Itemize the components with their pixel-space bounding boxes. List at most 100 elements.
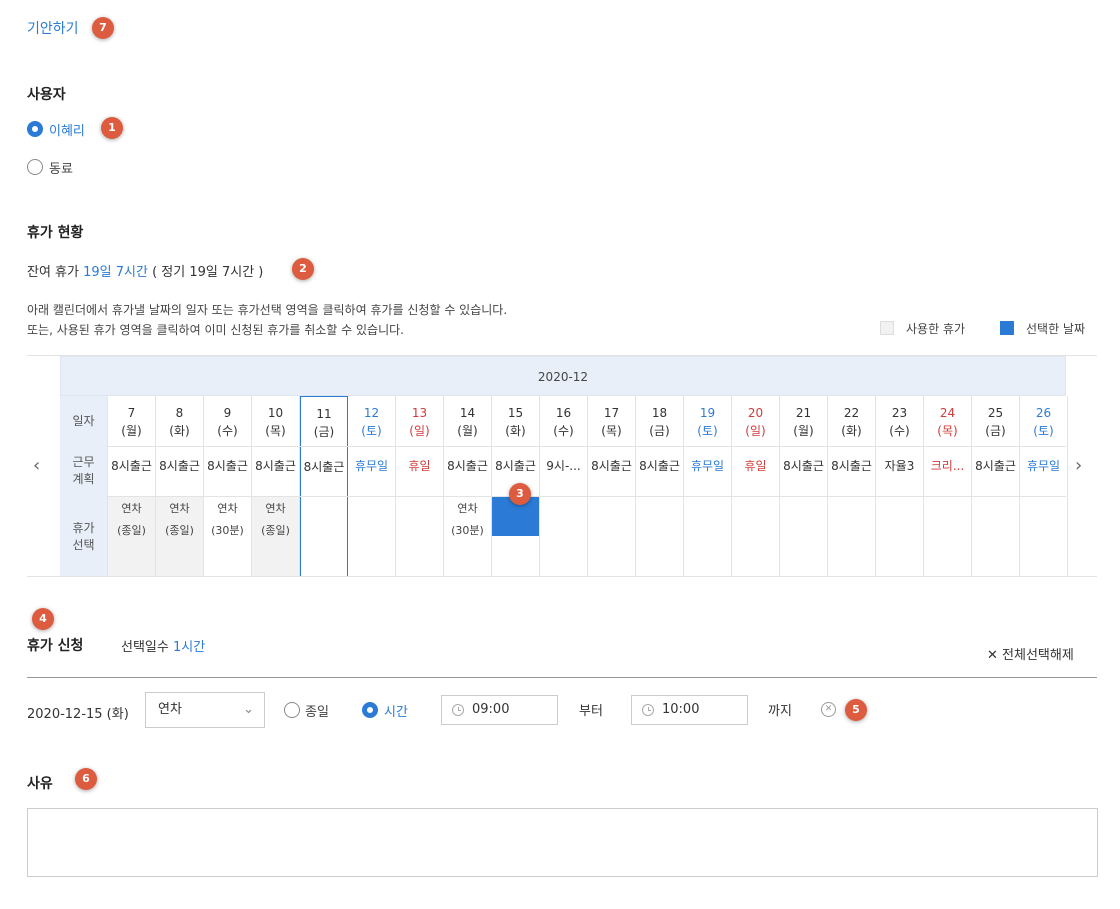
- calendar-day-number: 16: [555, 406, 572, 420]
- calendar-day-leave-cell[interactable]: 연차 (종일): [156, 496, 203, 577]
- calendar-day-date[interactable]: 9 (수): [204, 404, 251, 440]
- legend-used-swatch: [880, 321, 894, 335]
- row-label-work-line2: 계획: [72, 472, 95, 486]
- reason-textarea[interactable]: [27, 808, 1098, 877]
- calendar-day-work-plan: 9시-...: [546, 459, 581, 473]
- calendar-day-column[interactable]: 17 (목) 8시출근: [588, 396, 636, 577]
- user-radio-self[interactable]: [27, 121, 43, 137]
- start-time-input[interactable]: 09:00: [441, 695, 558, 725]
- calendar-day-date[interactable]: 18 (금): [636, 404, 683, 440]
- calendar-month: 2020-12: [60, 356, 1066, 396]
- reason-section-title: 사유: [27, 776, 53, 792]
- calendar-day-leave-cell[interactable]: [924, 496, 971, 577]
- apply-divider: [27, 677, 1097, 678]
- calendar-day-column[interactable]: 24 (목) 크리...: [924, 396, 972, 577]
- calendar-day-column[interactable]: 8 (화) 8시출근연차 (종일): [156, 396, 204, 577]
- user-option-self-label[interactable]: 이혜리: [49, 120, 85, 139]
- calendar-day-leave-cell[interactable]: [972, 496, 1019, 577]
- user-radio-colleague[interactable]: [27, 159, 43, 175]
- step-badge-7: 7: [92, 17, 114, 39]
- time-radio[interactable]: [362, 702, 378, 718]
- calendar-day-column[interactable]: 16 (수) 9시-...: [540, 396, 588, 577]
- calendar-prev-button[interactable]: ‹: [33, 455, 40, 476]
- calendar-day-leave-cell[interactable]: [348, 496, 395, 577]
- remove-row-icon[interactable]: ✕: [821, 702, 836, 717]
- calendar-day-date[interactable]: 10 (목): [252, 404, 299, 440]
- calendar-day-column[interactable]: 21 (월) 8시출근: [780, 396, 828, 577]
- calendar-day-leave-cell[interactable]: [780, 496, 827, 577]
- calendar-day-column[interactable]: 12 (토) 휴무일: [348, 396, 396, 577]
- calendar-day-date[interactable]: 22 (화): [828, 404, 875, 440]
- calendar-day-column[interactable]: 18 (금) 8시출근: [636, 396, 684, 577]
- calendar-next-button[interactable]: ›: [1075, 455, 1082, 476]
- calendar-day-leave-cell[interactable]: [301, 497, 347, 578]
- calendar-day-leave-type: 연차: [265, 502, 286, 515]
- calendar-day-date[interactable]: 17 (목): [588, 404, 635, 440]
- calendar-day-date[interactable]: 24 (목): [924, 404, 971, 440]
- full-day-radio[interactable]: [284, 702, 300, 718]
- calendar-day-date[interactable]: 19 (토): [684, 404, 731, 440]
- calendar-day-leave-cell[interactable]: [684, 496, 731, 577]
- calendar-day-date[interactable]: 16 (수): [540, 404, 587, 440]
- selected-count: 선택일수 1시간: [121, 636, 205, 655]
- calendar-day-date[interactable]: 23 (수): [876, 404, 923, 440]
- calendar-day-work-plan: 8시출근: [495, 459, 536, 473]
- time-label[interactable]: 시간: [384, 701, 408, 720]
- calendar-day-work-plan: 8시출근: [159, 459, 200, 473]
- calendar-day-column[interactable]: 20 (일) 휴일: [732, 396, 780, 577]
- calendar-day-leave-cell[interactable]: [636, 496, 683, 577]
- calendar-day-work-plan: 자율3: [884, 459, 915, 473]
- row-label-select-line1: 휴가: [72, 520, 95, 535]
- calendar-day-work-plan: 8시출근: [303, 460, 345, 474]
- calendar-day-column[interactable]: 26 (토) 휴무일: [1020, 396, 1068, 577]
- calendar-day-date[interactable]: 13 (일): [396, 404, 443, 440]
- calendar-day-weekday: (일): [745, 424, 766, 438]
- calendar-day-leave-cell[interactable]: [540, 496, 587, 577]
- calendar-day-leave-cell[interactable]: [876, 496, 923, 577]
- calendar-day-column[interactable]: 11 (금) 8시출근: [300, 396, 348, 577]
- calendar-day-column[interactable]: 22 (화) 8시출근: [828, 396, 876, 577]
- end-time-input[interactable]: 10:00: [631, 695, 748, 725]
- calendar-day-column[interactable]: 23 (수) 자율3: [876, 396, 924, 577]
- calendar-day-date[interactable]: 14 (월): [444, 404, 491, 440]
- calendar-day-weekday: (목): [265, 424, 286, 438]
- calendar-day-date[interactable]: 26 (토): [1020, 404, 1067, 440]
- calendar-day-column[interactable]: 10 (목) 8시출근 연차 (종일): [252, 396, 300, 577]
- calendar-day-date[interactable]: 21 (월): [780, 404, 827, 440]
- calendar-day-number: 21: [795, 406, 812, 420]
- calendar-day-number: 11: [316, 407, 332, 421]
- calendar-day-column[interactable]: 25 (금) 8시출근: [972, 396, 1020, 577]
- calendar-day-column[interactable]: 13 (일) 휴일: [396, 396, 444, 577]
- user-option-colleague-label[interactable]: 동료: [49, 158, 73, 177]
- calendar-day-date[interactable]: 12 (토): [348, 404, 395, 440]
- calendar-day-date[interactable]: 11 (금): [301, 405, 347, 441]
- step-badge-5: 5: [845, 699, 867, 721]
- calendar-day-weekday: (토): [697, 424, 718, 438]
- calendar-day-leave-cell[interactable]: [828, 496, 875, 577]
- full-day-label[interactable]: 종일: [305, 701, 329, 720]
- calendar-day-date[interactable]: 25 (금): [972, 404, 1019, 440]
- calendar-day-date[interactable]: 8 (화): [156, 404, 203, 440]
- calendar-day-leave-cell[interactable]: 연차 (종일): [108, 496, 155, 577]
- calendar-day-column[interactable]: 19 (토) 휴무일: [684, 396, 732, 577]
- calendar-day-date[interactable]: 15 (화): [492, 404, 539, 440]
- calendar-day-date[interactable]: 7 (월): [108, 404, 155, 440]
- calendar-day-leave-cell[interactable]: 연차 (30분): [204, 496, 251, 577]
- draft-link[interactable]: 기안하기: [27, 18, 79, 38]
- clear-all-button[interactable]: ✕ 전체선택해제: [987, 644, 1074, 663]
- calendar-day-date[interactable]: 20 (일): [732, 404, 779, 440]
- calendar-day-number: 15: [507, 406, 524, 420]
- calendar-day-leave-cell[interactable]: 연차 (30분): [444, 496, 491, 577]
- calendar-day-leave-cell[interactable]: [396, 496, 443, 577]
- calendar-day-leave-cell[interactable]: [588, 496, 635, 577]
- calendar-day-column[interactable]: 7 (월) 8시출근 연차 (종일): [108, 396, 156, 577]
- calendar-day-leave-cell[interactable]: [732, 496, 779, 577]
- calendar-day-number: 14: [459, 406, 476, 420]
- calendar-day-weekday: (월): [793, 424, 814, 438]
- calendar-day-weekday: (월): [457, 424, 478, 438]
- calendar-day-column[interactable]: 9 (수) 8시출근 연차 (30분): [204, 396, 252, 577]
- calendar-day-column[interactable]: 14 (월) 8시출근 연차 (30분): [444, 396, 492, 577]
- leave-type-select[interactable]: 연차 ⌄: [145, 692, 265, 728]
- calendar-day-leave-cell[interactable]: 연차 (종일): [252, 496, 299, 577]
- calendar-day-leave-cell[interactable]: [1020, 496, 1067, 577]
